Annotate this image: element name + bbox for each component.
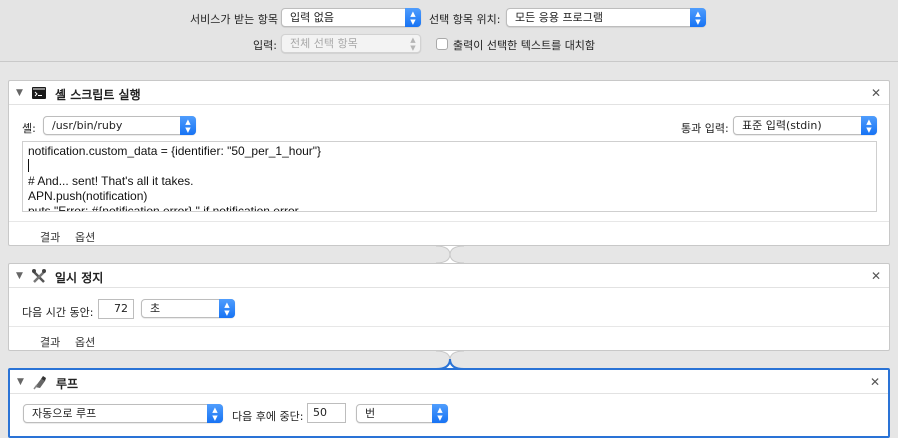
action-title: 루프 (56, 377, 79, 391)
close-icon[interactable]: ✕ (871, 86, 881, 100)
disclosure-triangle-icon[interactable]: ▼ (16, 88, 23, 98)
action-header: ▼ 셸 스크립트 실행 ✕ (9, 81, 889, 105)
action-pause[interactable]: ▼ 일시 정지 ✕ 다음 시간 동안: 72 초 ▲ ▼ 결과 옵션 (8, 263, 890, 351)
receives-label: 서비스가 받는 항목 (190, 13, 278, 26)
script-line: puts "Error: #{notification.error}." if … (28, 204, 299, 212)
pass-input-label: 통과 입력: (681, 122, 729, 135)
action-loop[interactable]: ▼ 루프 ✕ 자동으로 루프 ▲ ▼ 다음 후에 중단: 50 번 ▲ ▼ (8, 368, 890, 438)
service-settings-bar: 서비스가 받는 항목 입력 없음 ▲ ▼ 선택 항목 위치: 모든 응용 프로그램… (0, 0, 898, 62)
input-label: 입력: (253, 39, 277, 52)
duration-field[interactable]: 72 (98, 299, 134, 319)
popup-arrows-icon: ▲ ▼ (207, 404, 223, 423)
receives-value: 입력 없음 (290, 11, 334, 24)
loop-icon (33, 376, 46, 390)
shell-popup[interactable]: /usr/bin/ruby ▲ ▼ (43, 116, 196, 135)
action-header: ▼ 루프 ✕ (10, 370, 888, 394)
action-header: ▼ 일시 정지 ✕ (9, 264, 889, 288)
replace-text-checkbox[interactable] (436, 38, 448, 50)
stop-after-unit-popup[interactable]: 번 ▲ ▼ (356, 404, 448, 423)
loop-mode-popup[interactable]: 자동으로 루프 ▲ ▼ (23, 404, 223, 423)
duration-unit-popup[interactable]: 초 ▲ ▼ (141, 299, 235, 318)
action-title: 일시 정지 (55, 271, 104, 285)
in-label: 선택 항목 위치: (429, 13, 501, 26)
replace-text-label: 출력이 선택한 텍스트를 대치함 (453, 39, 596, 52)
popup-arrows-icon: ▲ ▼ (432, 404, 448, 423)
in-app-popup[interactable]: 모든 응용 프로그램 ▲ ▼ (506, 8, 706, 27)
script-line-caret (28, 159, 871, 174)
stop-after-unit-value: 번 (365, 407, 376, 420)
input-value: 전체 선택 항목 (290, 37, 358, 50)
workflow-area: ▼ 셸 스크립트 실행 ✕ 셸: /usr/bin/ruby ▲ ▼ 통과 입력:… (0, 62, 898, 438)
pass-input-popup[interactable]: 표준 입력(stdin) ▲ ▼ (733, 116, 877, 135)
duration-unit-value: 초 (150, 302, 161, 315)
shell-value: /usr/bin/ruby (52, 119, 123, 132)
script-line: # And... sent! That's all it takes. (28, 174, 194, 188)
action-run-shell-script[interactable]: ▼ 셸 스크립트 실행 ✕ 셸: /usr/bin/ruby ▲ ▼ 통과 입력:… (8, 80, 890, 246)
script-line: APN.push(notification) (28, 189, 148, 203)
script-line: notification.custom_data = {identifier: … (28, 144, 322, 158)
duration-label: 다음 시간 동안: (22, 306, 94, 319)
close-icon[interactable]: ✕ (870, 375, 880, 389)
popup-arrows-icon: ▲ ▼ (690, 8, 706, 27)
tab-results[interactable]: 결과 (40, 334, 60, 350)
close-icon[interactable]: ✕ (871, 269, 881, 283)
tab-options[interactable]: 옵션 (75, 334, 95, 350)
popup-arrows-icon: ▲ ▼ (410, 36, 416, 52)
footer-divider (9, 221, 889, 222)
pause-tools-icon (32, 269, 46, 283)
stop-after-label: 다음 후에 중단: (232, 410, 304, 423)
stop-after-field[interactable]: 50 (307, 403, 346, 423)
receives-popup[interactable]: 입력 없음 ▲ ▼ (281, 8, 421, 27)
action-title: 셸 스크립트 실행 (55, 88, 141, 102)
script-editor[interactable]: notification.custom_data = {identifier: … (22, 141, 877, 212)
footer-divider (9, 326, 889, 327)
popup-arrows-icon: ▲ ▼ (219, 299, 235, 318)
in-app-value: 모든 응용 프로그램 (515, 11, 603, 24)
text-caret (28, 159, 29, 172)
loop-mode-value: 자동으로 루프 (32, 407, 97, 420)
input-popup[interactable]: 전체 선택 항목 ▲ ▼ (281, 34, 421, 53)
terminal-icon (32, 87, 46, 99)
disclosure-triangle-icon[interactable]: ▼ (17, 377, 24, 387)
tab-options[interactable]: 옵션 (75, 229, 95, 245)
disclosure-triangle-icon[interactable]: ▼ (16, 271, 23, 281)
popup-arrows-icon: ▲ ▼ (861, 116, 877, 135)
popup-arrows-icon: ▲ ▼ (180, 116, 196, 135)
shell-label: 셸: (22, 122, 36, 135)
tab-results[interactable]: 결과 (40, 229, 60, 245)
popup-arrows-icon: ▲ ▼ (405, 8, 421, 27)
pass-input-value: 표준 입력(stdin) (742, 119, 822, 132)
